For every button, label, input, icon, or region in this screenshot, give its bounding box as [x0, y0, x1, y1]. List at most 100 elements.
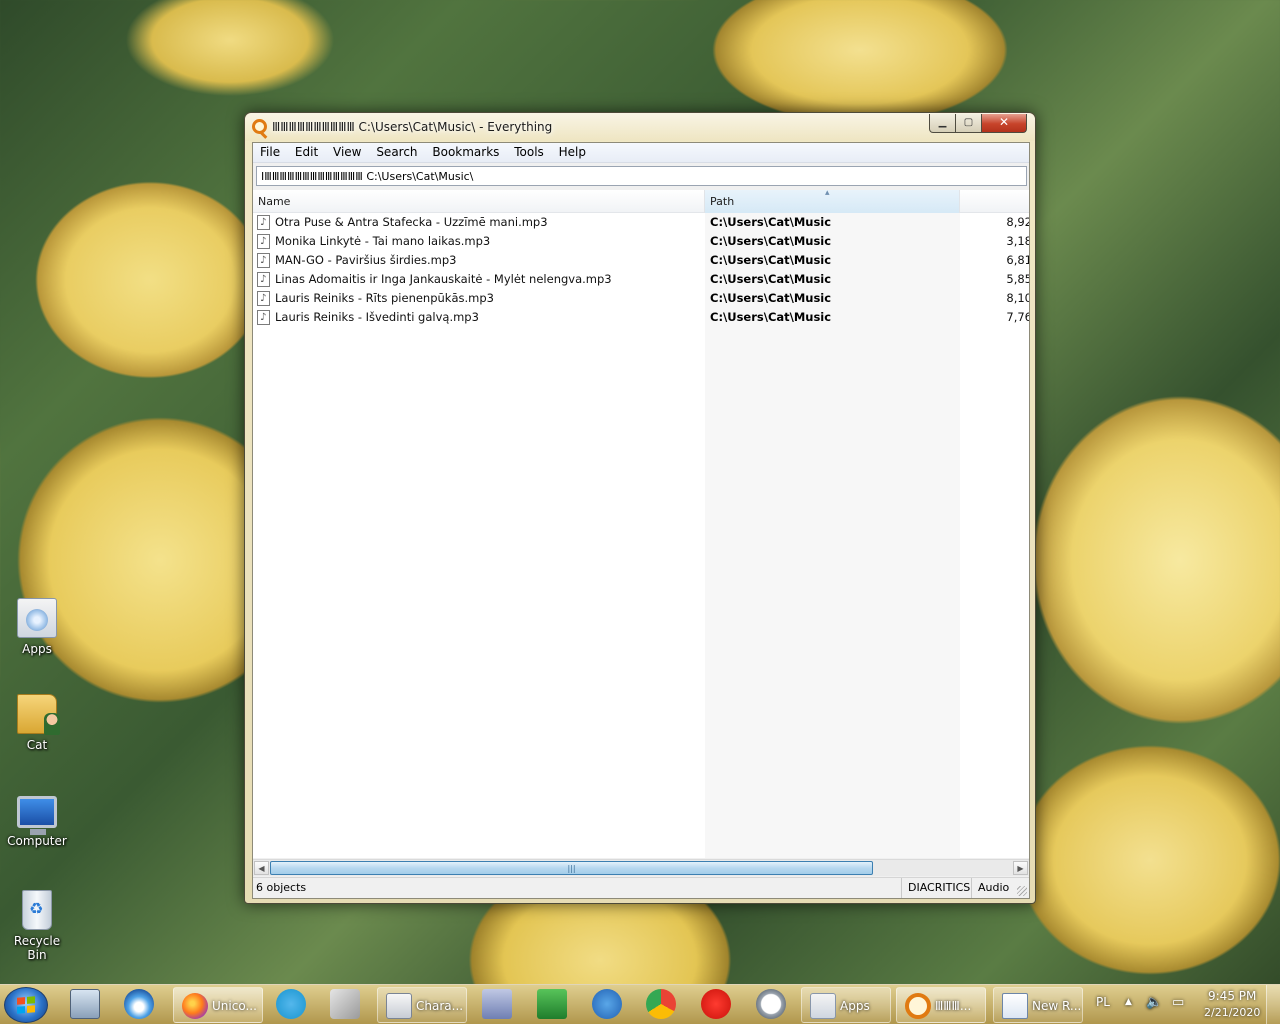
task-manager-icon[interactable]	[70, 989, 100, 1019]
taskbar-button-label: Apps	[840, 999, 870, 1013]
everything-search-icon	[252, 119, 267, 134]
taskbar-button-character-map[interactable]: Chara...	[377, 987, 467, 1023]
taskbar-button-firefox[interactable]: Unico...	[173, 987, 263, 1023]
scroll-right-arrow-icon[interactable]: ▶	[1013, 861, 1028, 875]
file-path: C:\Users\Cat\Music	[710, 234, 832, 248]
download-manager-icon[interactable]	[537, 989, 567, 1019]
qbittorrent-icon[interactable]	[592, 989, 622, 1019]
table-row[interactable]: Lauris Reiniks - Išvedinti galvą.mp3 C:\…	[253, 308, 1029, 327]
clock-time[interactable]: 9:45 PM	[1208, 989, 1256, 1003]
start-button[interactable]	[4, 987, 48, 1023]
taskbar: Unico... Chara... Apps ⅢⅢⅢ... New R... P…	[0, 984, 1280, 1024]
column-header: Name Path	[253, 190, 1029, 213]
recycle-bin-icon	[22, 890, 52, 930]
desktop-icon-cat[interactable]: Cat	[4, 694, 70, 752]
audio-file-icon	[257, 232, 270, 251]
taskbar-button-apps[interactable]: Apps	[801, 987, 891, 1023]
window-client: File Edit View Search Bookmarks Tools He…	[252, 142, 1030, 899]
resize-grip-icon[interactable]	[1017, 886, 1027, 896]
firefox-icon	[182, 993, 208, 1019]
close-button[interactable]: ✕	[981, 114, 1027, 133]
file-path: C:\Users\Cat\Music	[710, 215, 832, 229]
desktop-icon-label: Apps	[22, 642, 52, 656]
scrollbar-thumb[interactable]: |||	[270, 861, 873, 875]
menu-bar: File Edit View Search Bookmarks Tools He…	[253, 143, 1029, 163]
status-bar: 6 objects DIACRITICS Audio	[253, 877, 1029, 898]
file-name: MAN-GO - Paviršius širdies.mp3	[275, 253, 457, 267]
minimize-button[interactable]: ▁	[929, 114, 956, 133]
maximize-button[interactable]: ▢	[955, 114, 982, 133]
mega-icon[interactable]	[701, 989, 731, 1019]
clock-app-icon[interactable]	[756, 989, 786, 1019]
diacritics-indicator[interactable]: DIACRITICS	[901, 878, 970, 898]
file-size: 8,10	[1006, 291, 1029, 305]
file-size: 8,92	[1006, 215, 1029, 229]
menu-help[interactable]: Help	[554, 143, 592, 162]
search-row	[253, 163, 1029, 189]
computer-icon	[17, 796, 57, 835]
table-row[interactable]: Linas Adomaitis ir Inga Jankauskaitė - M…	[253, 270, 1029, 289]
character-map-icon	[386, 993, 412, 1019]
file-name: Monika Linkytė - Tai mano laikas.mp3	[275, 234, 491, 248]
scroll-left-arrow-icon[interactable]: ◀	[254, 861, 269, 875]
file-name: Linas Adomaitis ir Inga Jankauskaitė - M…	[275, 272, 612, 286]
table-row[interactable]: MAN-GO - Paviršius širdies.mp3 C:\Users\…	[253, 251, 1029, 270]
file-name: Lauris Reiniks - Išvedinti galvą.mp3	[275, 310, 479, 324]
telegram-icon[interactable]	[276, 989, 306, 1019]
language-indicator[interactable]: PL	[1096, 995, 1110, 1009]
show-desktop-button[interactable]	[1266, 985, 1280, 1024]
taskbar-button-label: New R...	[1032, 999, 1082, 1013]
filter-indicator[interactable]: Audio	[971, 878, 1009, 898]
window-title: ⅢⅢⅢⅢⅢⅢⅢⅢⅢⅢ C:\Users\Cat\Music\ - Everyth…	[272, 120, 553, 134]
table-row[interactable]: Otra Puse & Antra Stafecka - Uzzīmē mani…	[253, 213, 1029, 232]
audio-file-icon	[257, 270, 270, 289]
table-row[interactable]: Monika Linkytė - Tai mano laikas.mp3 C:\…	[253, 232, 1029, 251]
column-header-path[interactable]: Path	[705, 190, 960, 213]
menu-view[interactable]: View	[328, 143, 367, 162]
file-path: C:\Users\Cat\Music	[710, 310, 832, 324]
desktop-icon-computer[interactable]: Computer	[4, 790, 70, 848]
user-folder-icon	[17, 694, 60, 735]
network-icon[interactable]: ▭	[1172, 995, 1184, 1010]
taskbar-button-label: Chara...	[416, 999, 464, 1013]
show-hidden-icons-icon[interactable]: ▲	[1125, 997, 1132, 1007]
result-rows: Otra Puse & Antra Stafecka - Uzzīmē mani…	[253, 213, 1029, 327]
menu-file[interactable]: File	[255, 143, 286, 162]
file-size: 6,81	[1006, 253, 1029, 267]
snipping-tool-icon[interactable]	[330, 989, 360, 1019]
chrome-icon[interactable]	[646, 989, 676, 1019]
wordpad-icon	[1002, 993, 1028, 1019]
browser-globe-icon[interactable]	[124, 989, 154, 1019]
audio-file-icon	[257, 289, 270, 308]
menu-tools[interactable]: Tools	[509, 143, 550, 162]
audio-file-icon	[257, 213, 270, 232]
volume-icon[interactable]: 🔈	[1146, 995, 1162, 1010]
taskbar-button-everything[interactable]: ⅢⅢⅢ...	[896, 987, 986, 1023]
desktop-icon-label: Recycle Bin	[13, 934, 61, 962]
file-path: C:\Users\Cat\Music	[710, 291, 832, 305]
title-bar[interactable]: ⅢⅢⅢⅢⅢⅢⅢⅢⅢⅢ C:\Users\Cat\Music\ - Everyth…	[245, 113, 1035, 141]
clock-date[interactable]: 2/21/2020	[1204, 1006, 1260, 1019]
search-input[interactable]	[256, 166, 1027, 186]
horizontal-scrollbar[interactable]: ◀ ||| ▶	[253, 859, 1029, 876]
everything-window: ⅢⅢⅢⅢⅢⅢⅢⅢⅢⅢ C:\Users\Cat\Music\ - Everyth…	[244, 112, 1036, 904]
menu-edit[interactable]: Edit	[290, 143, 324, 162]
desktop-icon-apps[interactable]: Apps	[4, 598, 70, 656]
taskbar-button-wordpad[interactable]: New R...	[993, 987, 1083, 1023]
file-name: Otra Puse & Antra Stafecka - Uzzīmē mani…	[275, 215, 548, 229]
apps-folder-icon	[17, 598, 57, 638]
desktop-icon-recycle-bin[interactable]: Recycle Bin	[4, 890, 70, 962]
menu-search[interactable]: Search	[371, 143, 423, 162]
column-header-size[interactable]	[960, 190, 1029, 213]
object-count: 6 objects	[256, 881, 307, 894]
column-header-name[interactable]: Name	[253, 190, 705, 213]
archive-icon[interactable]	[482, 989, 512, 1019]
menu-bookmarks[interactable]: Bookmarks	[427, 143, 505, 162]
file-size: 7,76	[1006, 310, 1029, 324]
results-list: Name Path Otra Puse & Antra Stafecka - U…	[253, 190, 1029, 858]
file-path: C:\Users\Cat\Music	[710, 253, 832, 267]
apps-folder-icon	[810, 993, 836, 1019]
file-name: Lauris Reiniks - Rīts pienenpūkās.mp3	[275, 291, 494, 305]
audio-file-icon	[257, 308, 270, 327]
table-row[interactable]: Lauris Reiniks - Rīts pienenpūkās.mp3 C:…	[253, 289, 1029, 308]
